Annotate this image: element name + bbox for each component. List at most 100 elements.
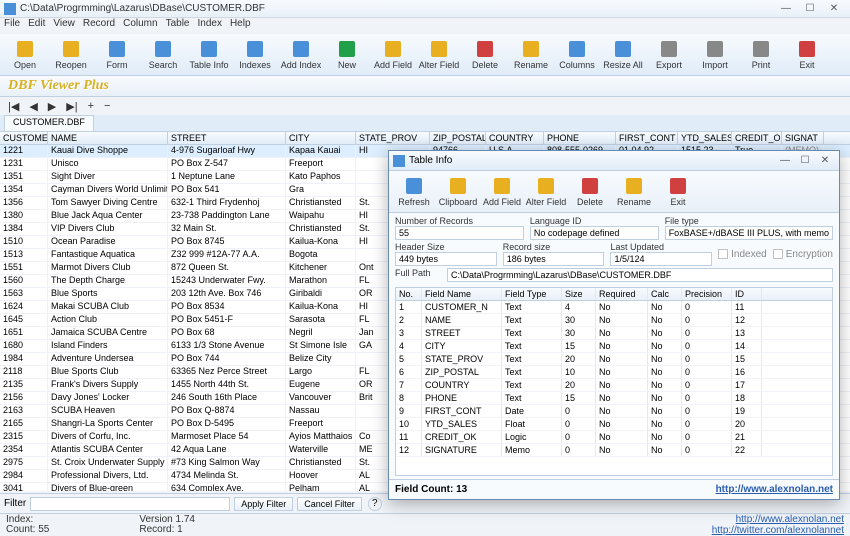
dlg-delete-button[interactable]: Delete [569,173,611,210]
col-header[interactable]: YTD_SALES [678,132,732,144]
menu-column[interactable]: Column [123,18,157,34]
menu-help[interactable]: Help [230,18,251,34]
dialog-link[interactable]: http://www.alexnolan.net [716,484,833,495]
cell: Divers of Blue-green [48,483,168,491]
indexes-button[interactable]: Indexes [234,36,276,73]
indexed-checkbox[interactable]: Indexed [718,242,767,266]
field-row[interactable]: 9FIRST_CONTDate0NoNo019 [396,405,832,418]
nav-delete-button[interactable]: − [104,100,110,112]
field-row[interactable]: 10YTD_SALESFloat0NoNo020 [396,418,832,431]
menu-record[interactable]: Record [83,18,115,34]
addfield-button[interactable]: Add Field [372,36,414,73]
resizeall-button[interactable]: Resize All [602,36,644,73]
field-col-header[interactable]: Field Type [502,288,562,300]
apply-filter-button[interactable]: Apply Filter [234,497,293,511]
field-row[interactable]: 11CREDIT_OKLogic0NoNo021 [396,431,832,444]
nav-last-button[interactable]: ▶| [66,100,77,113]
field-row[interactable]: 7COUNTRYText20NoNo017 [396,379,832,392]
form-button[interactable]: Form [96,36,138,73]
menu-index[interactable]: Index [197,18,221,34]
dlg-clipboard-button[interactable]: Clipboard [437,173,479,210]
tableinfo-button[interactable]: Table Info [188,36,230,73]
field-col-header[interactable]: Size [562,288,596,300]
cell: Makai SCUBA Club [48,301,168,313]
print-button[interactable]: Print [740,36,782,73]
dialog-close-button[interactable]: ✕ [815,155,835,166]
dialog-title: Table Info [409,155,775,166]
addindex-button[interactable]: Add Index [280,36,322,73]
field-cell: 17 [732,379,762,391]
field-row[interactable]: 5STATE_PROVText20NoNo015 [396,353,832,366]
nav-first-button[interactable]: |◀ [8,100,19,113]
import-button[interactable]: Import [694,36,736,73]
field-col-header[interactable]: Required [596,288,648,300]
dlg-addfield-button[interactable]: Add Field [481,173,523,210]
field-row[interactable]: 1CUSTOMER_NText4NoNo011 [396,301,832,314]
field-row[interactable]: 4CITYText15NoNo014 [396,340,832,353]
cell: Marmot Divers Club [48,262,168,274]
col-header[interactable]: CUSTOMER_N [0,132,48,144]
col-header[interactable]: NAME [48,132,168,144]
field-col-header[interactable]: Calc [648,288,682,300]
field-cell: STATE_PROV [422,353,502,365]
field-col-header[interactable]: Precision [682,288,732,300]
cell: 2118 [0,366,48,378]
field-row[interactable]: 12SIGNATUREMemo0NoNo022 [396,444,832,457]
field-row[interactable]: 2NAMEText30NoNo012 [396,314,832,327]
col-header[interactable]: FIRST_CONT [616,132,678,144]
minimize-button[interactable]: — [774,3,798,14]
col-header[interactable]: COUNTRY [486,132,544,144]
tab-customer[interactable]: CUSTOMER.DBF [4,115,94,131]
field-cell: 0 [682,314,732,326]
dlg-alterfield-button[interactable]: Alter Field [525,173,567,210]
menu-file[interactable]: File [4,18,20,34]
col-header[interactable]: PHONE [544,132,616,144]
dialog-toolbar: RefreshClipboardAdd FieldAlter FieldDele… [389,171,839,213]
col-header[interactable]: CREDIT_OK [732,132,782,144]
cancel-filter-button[interactable]: Cancel Filter [297,497,362,511]
field-col-header[interactable]: Field Name [422,288,502,300]
search-button[interactable]: Search [142,36,184,73]
field-row[interactable]: 6ZIP_POSTALText10NoNo016 [396,366,832,379]
open-button[interactable]: Open [4,36,46,73]
dlg-refresh-button[interactable]: Refresh [393,173,435,210]
field-cell: 0 [562,418,596,430]
col-header[interactable]: SIGNAT [782,132,824,144]
rename-button[interactable]: Rename [510,36,552,73]
col-header[interactable]: STATE_PROV [356,132,430,144]
reopen-button[interactable]: Reopen [50,36,92,73]
menu-view[interactable]: View [53,18,75,34]
dialog-minimize-button[interactable]: — [775,155,795,166]
field-cell: 0 [682,431,732,443]
nav-add-button[interactable]: + [88,100,94,112]
cell: Freeport [286,418,356,430]
col-header[interactable]: CITY [286,132,356,144]
nav-prev-button[interactable]: ◀ [29,100,37,113]
col-header[interactable]: ZIP_POSTAL [430,132,486,144]
field-row[interactable]: 3STREETText30NoNo013 [396,327,832,340]
dialog-maximize-button[interactable]: ☐ [795,155,815,166]
delete-button[interactable]: Delete [464,36,506,73]
field-col-header[interactable]: No. [396,288,422,300]
ftype-value: FoxBASE+/dBASE III PLUS, with memo [665,226,833,240]
status-link-website[interactable]: http://www.alexnolan.net [712,514,844,525]
new-button[interactable]: New [326,36,368,73]
nav-next-button[interactable]: ▶ [48,100,56,113]
filter-input[interactable] [30,497,230,511]
menu-edit[interactable]: Edit [28,18,45,34]
exit-button[interactable]: Exit [786,36,828,73]
dlg-exit-button[interactable]: Exit [657,173,699,210]
menu-table[interactable]: Table [166,18,190,34]
encryption-checkbox[interactable]: Encryption [773,242,833,266]
filter-help-button[interactable]: ? [368,497,382,511]
close-button[interactable]: ✕ [822,3,846,14]
field-row[interactable]: 8PHONEText15NoNo018 [396,392,832,405]
field-col-header[interactable]: ID [732,288,762,300]
col-header[interactable]: STREET [168,132,286,144]
status-link-twitter[interactable]: http://twitter.com/alexnolannet [712,525,844,536]
maximize-button[interactable]: ☐ [798,3,822,14]
dlg-rename-button[interactable]: Rename [613,173,655,210]
columns-button[interactable]: Columns [556,36,598,73]
alterfield-button[interactable]: Alter Field [418,36,460,73]
export-button[interactable]: Export [648,36,690,73]
